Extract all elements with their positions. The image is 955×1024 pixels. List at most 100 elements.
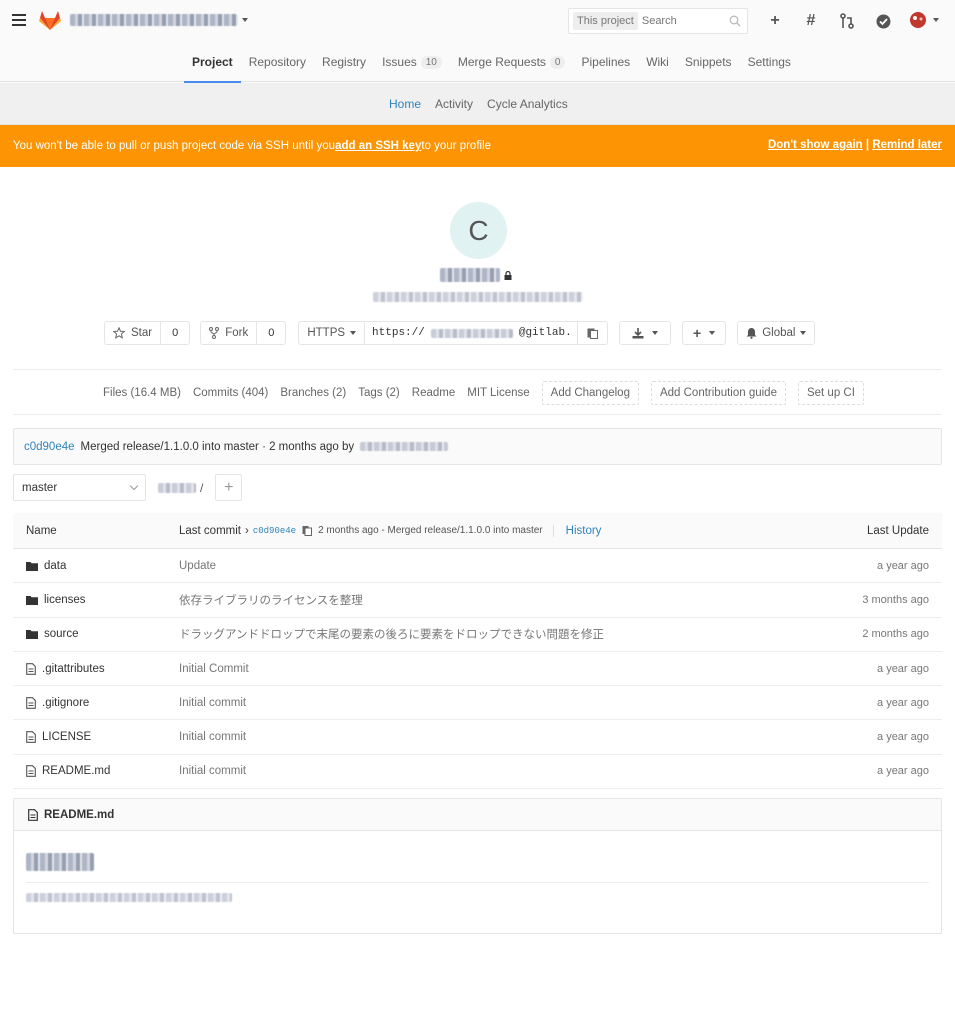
nav-tab-registry[interactable]: Registry <box>314 42 374 82</box>
stat-commits[interactable]: Commits (404) <box>193 387 268 399</box>
lock-icon <box>504 270 512 280</box>
branch-selector[interactable]: master <box>13 474 146 501</box>
add-changelog-button[interactable]: Add Changelog <box>541 381 639 405</box>
file-icon <box>26 731 36 743</box>
blurred-project-path <box>70 14 238 26</box>
plus-icon[interactable]: + <box>765 11 785 31</box>
file-row[interactable]: LICENSE Initial commit a year ago <box>13 720 942 755</box>
url-prefix: https:// <box>372 327 425 339</box>
file-row[interactable]: README.md Initial commit a year ago <box>13 755 942 790</box>
add-new-dropdown[interactable]: + <box>682 321 727 345</box>
file-name-cell[interactable]: source <box>26 618 79 651</box>
subnav-tab-cycle-analytics[interactable]: Cycle Analytics <box>480 83 575 125</box>
clone-url-field[interactable]: https:// @gitlab. <box>365 321 579 345</box>
remind-later-link[interactable]: Remind later <box>872 139 942 151</box>
project-nav: Project Repository Registry Issues 10 Merge R… <box>0 42 955 83</box>
clone-protocol-dropdown[interactable]: HTTPS <box>298 321 366 345</box>
blurred-repo-root[interactable] <box>158 482 196 493</box>
setup-ci-button[interactable]: Set up CI <box>797 381 864 405</box>
fork-button[interactable]: Fork <box>200 321 258 345</box>
file-commit-message[interactable]: Initial commit <box>179 720 246 753</box>
dont-show-again-link[interactable]: Don't show again <box>768 139 863 151</box>
star-button[interactable]: Star <box>104 321 162 345</box>
add-contribution-guide-button[interactable]: Add Contribution guide <box>650 381 786 405</box>
nav-tab-pipelines[interactable]: Pipelines <box>573 42 638 82</box>
nav-tab-snippets[interactable]: Snippets <box>677 42 740 82</box>
last-commit-sha-link[interactable]: c0d90e4e <box>253 526 296 536</box>
file-row[interactable]: source ドラッグアンドドロップで末尾の要素の後ろに要素をドロップできない問題… <box>13 618 942 652</box>
stat-readme[interactable]: Readme <box>412 387 455 399</box>
nav-tab-settings[interactable]: Settings <box>740 42 799 82</box>
star-count[interactable]: 0 <box>161 321 191 345</box>
file-row[interactable]: .gitattributes Initial Commit a year ago <box>13 652 942 687</box>
file-row[interactable]: licenses 依存ライブラリのライセンスを整理 3 months ago <box>13 583 942 618</box>
file-name-cell[interactable]: licenses <box>26 583 86 616</box>
search-input[interactable] <box>641 15 742 27</box>
history-link[interactable]: History <box>552 524 601 537</box>
user-avatar[interactable] <box>908 11 939 29</box>
notification-dropdown[interactable]: Global <box>737 321 816 345</box>
file-commit-message[interactable]: Initial Commit <box>179 652 249 685</box>
blurred-readme-title <box>26 853 94 871</box>
file-name[interactable]: .gitattributes <box>42 663 105 675</box>
fork-label: Fork <box>225 327 249 339</box>
chevron-right-icon: › <box>245 524 249 537</box>
nav-tab-label: Pipelines <box>581 55 631 69</box>
copy-url-button[interactable] <box>578 321 609 345</box>
file-name[interactable]: LICENSE <box>42 731 91 743</box>
file-name-cell[interactable]: data <box>26 549 66 582</box>
project-breadcrumb[interactable] <box>70 12 248 28</box>
hash-icon[interactable]: # <box>801 11 821 31</box>
stat-tags[interactable]: Tags (2) <box>358 387 400 399</box>
file-name-cell[interactable]: README.md <box>26 755 110 788</box>
file-name-cell[interactable]: .gitignore <box>26 686 89 719</box>
nav-tab-wiki[interactable]: Wiki <box>638 42 677 82</box>
file-name[interactable]: README.md <box>42 765 110 777</box>
chevron-down-icon <box>350 331 357 335</box>
stat-files[interactable]: Files (16.4 MB) <box>103 387 181 399</box>
file-name-cell[interactable]: .gitattributes <box>26 652 105 685</box>
chevron-down-icon <box>129 481 139 491</box>
bell-icon <box>746 328 757 339</box>
commit-sha-link[interactable]: c0d90e4e <box>24 441 75 453</box>
file-row[interactable]: .gitignore Initial commit a year ago <box>13 686 942 721</box>
nav-tab-repository[interactable]: Repository <box>241 42 314 82</box>
download-icon <box>632 327 644 338</box>
banner-text-before: You won't be able to pull or push projec… <box>13 140 336 152</box>
subnav-tab-home[interactable]: Home <box>382 83 428 125</box>
file-name[interactable]: .gitignore <box>42 697 89 709</box>
merge-request-icon[interactable] <box>837 11 857 31</box>
nav-tab-label: Project <box>192 55 233 69</box>
protocol-label: HTTPS <box>307 327 346 339</box>
stat-license[interactable]: MIT License <box>467 387 529 399</box>
file-tree: Name Last commit › c0d90e4e 2 months ago… <box>13 513 942 790</box>
chevron-down-icon <box>242 18 248 22</box>
clipboard-icon[interactable] <box>302 525 313 536</box>
file-last-update: 2 months ago <box>862 628 929 641</box>
gitlab-logo-icon[interactable] <box>38 9 62 34</box>
file-commit-message[interactable]: Initial commit <box>179 686 246 719</box>
file-row[interactable]: data Update a year ago <box>13 549 942 584</box>
nav-tab-project[interactable]: Project <box>184 42 241 83</box>
file-name-cell[interactable]: LICENSE <box>26 720 91 753</box>
menu-icon[interactable] <box>12 14 26 26</box>
file-name[interactable]: data <box>44 560 66 572</box>
todo-check-icon[interactable] <box>873 11 893 31</box>
file-commit-message[interactable]: Initial commit <box>179 755 246 788</box>
search-box[interactable]: This project <box>568 8 748 34</box>
nav-tab-issues[interactable]: Issues 10 <box>374 42 450 82</box>
file-commit-message[interactable]: 依存ライブラリのライセンスを整理 <box>179 583 363 616</box>
nav-tab-label: Registry <box>322 55 367 69</box>
add-ssh-key-link[interactable]: add an SSH key <box>335 140 421 152</box>
file-commit-message[interactable]: ドラッグアンドドロップで末尾の要素の後ろに要素をドロップできない問題を修正 <box>179 618 604 651</box>
file-name[interactable]: licenses <box>44 594 86 606</box>
stat-branches[interactable]: Branches (2) <box>280 387 346 399</box>
subnav-tab-activity[interactable]: Activity <box>428 83 480 125</box>
download-button[interactable] <box>619 321 672 345</box>
nav-tab-merge-requests[interactable]: Merge Requests 0 <box>450 42 574 82</box>
fork-count[interactable]: 0 <box>257 321 287 345</box>
fork-icon <box>209 327 220 339</box>
add-file-button[interactable]: + <box>215 474 243 501</box>
file-commit-message[interactable]: Update <box>179 549 216 582</box>
file-name[interactable]: source <box>44 628 79 640</box>
